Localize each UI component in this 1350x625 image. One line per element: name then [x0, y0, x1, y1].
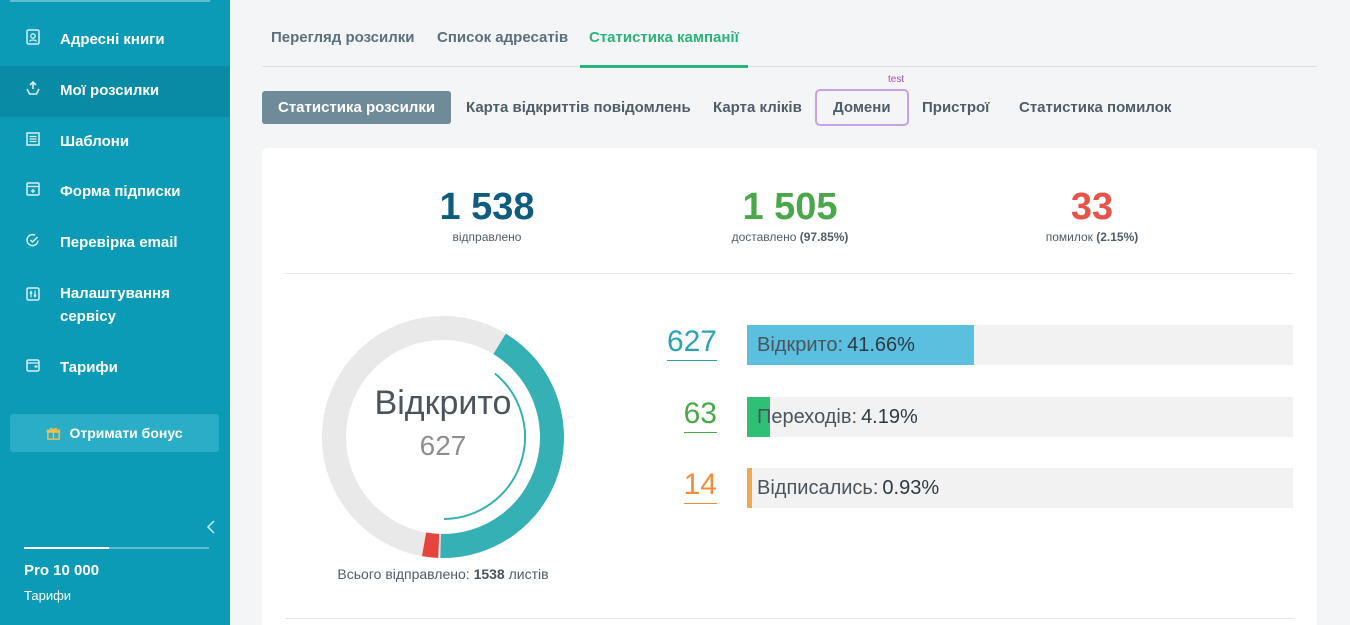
total-suffix: листів — [508, 566, 549, 582]
stat-delivered: 1 505 доставлено (97.85%) — [690, 186, 890, 244]
total-prefix: Всього відправлено: — [337, 566, 470, 582]
plan-usage-fill — [24, 547, 110, 549]
plan-tariffs-link[interactable]: Тарифи — [24, 588, 71, 603]
sidebar-item-label: Мої розсилки — [60, 82, 160, 99]
clicks-count-link[interactable]: 63 — [657, 397, 717, 433]
gift-icon — [46, 426, 61, 441]
subtab-open-map[interactable]: Карта відкриттів повідомлень — [466, 91, 691, 124]
donut-center-label: Відкрито — [374, 384, 512, 422]
stats-divider — [285, 273, 1293, 274]
sidebar-item-subscribe-form[interactable]: Форма підписки — [0, 180, 230, 204]
donut-center-value: 627 — [419, 430, 467, 461]
check-icon — [24, 231, 42, 249]
errors-caption: помилок (2.15%) — [992, 230, 1192, 244]
get-bonus-button[interactable]: Отримати бонус — [10, 414, 219, 452]
sent-count: 1 538 — [439, 186, 535, 228]
error-count: 33 — [1070, 186, 1114, 228]
tab-campaign-preview[interactable]: Перегляд розсилки — [262, 24, 424, 67]
bottom-divider — [285, 618, 1293, 619]
opened-count: 627 — [666, 325, 717, 361]
delivered-count: 1 505 — [742, 186, 838, 228]
errors-pct: (2.15%) — [1096, 230, 1139, 244]
donut-error-arc — [421, 532, 440, 558]
template-icon — [24, 130, 42, 148]
send-icon — [24, 79, 42, 97]
tab-campaign-stats[interactable]: Статистика кампанії — [580, 24, 748, 68]
stats-card: 1 538 відправлено 1 505 доставлено (97.8… — [262, 148, 1317, 625]
sidebar: Адресні книги Мої розсилки Шаблони Форма… — [0, 0, 230, 625]
clicks-bar-text: Переходів: 4.19% — [757, 397, 918, 437]
sidebar-item-my-campaigns[interactable]: Мої розсилки — [0, 66, 230, 117]
unsubscribed-bar: Відписались: 0.93% — [747, 468, 1293, 508]
address-book-icon — [24, 28, 42, 46]
stat-sent: 1 538 відправлено — [387, 186, 587, 244]
sidebar-item-address-books[interactable]: Адресні книги — [0, 28, 230, 52]
sidebar-top-divider — [10, 0, 210, 2]
chevron-left-icon[interactable] — [206, 519, 220, 537]
errors-label: помилок — [1045, 230, 1093, 244]
unsubscribed-bar-pct: 0.93% — [882, 477, 940, 499]
opened-bar-label: Відкрито: — [757, 334, 844, 356]
opened-bar-text: Відкрито: 41.66% — [757, 325, 915, 365]
clicks-bar-label: Переходів: — [757, 406, 858, 428]
sidebar-item-label: Налаштування сервісу — [60, 285, 170, 325]
unsubscribed-bar-fill — [747, 468, 753, 508]
sent-label: відправлено — [452, 230, 522, 244]
total-count: 1538 — [473, 566, 505, 582]
form-icon — [24, 180, 42, 198]
clicks-count: 63 — [683, 397, 717, 433]
total-sent-caption: Всього відправлено: 1538 листів — [262, 566, 624, 582]
delivered-pct: (97.85%) — [799, 230, 849, 244]
delivered-label: доставлено — [731, 230, 797, 244]
subtab-devices[interactable]: Пристрої — [922, 91, 989, 124]
unsubscribed-count-link[interactable]: 14 — [657, 468, 717, 504]
sidebar-item-label: Форма підписки — [60, 183, 181, 200]
subtab-click-map[interactable]: Карта кліків — [713, 91, 802, 124]
sidebar-item-label: Шаблони — [60, 133, 130, 150]
get-bonus-label: Отримати бонус — [69, 425, 183, 441]
sidebar-item-service-settings[interactable]: Налаштування сервісу — [0, 282, 230, 330]
sidebar-item-templates[interactable]: Шаблони — [0, 130, 230, 154]
subtab-send-stats[interactable]: Статистика розсилки — [262, 91, 452, 124]
clicks-bar: Переходів: 4.19% — [747, 397, 1293, 437]
subtab-error-stats[interactable]: Статистика помилок — [1019, 91, 1171, 124]
test-label: test — [888, 74, 905, 85]
sliders-icon — [24, 285, 42, 303]
sidebar-item-label: Перевірка email — [60, 234, 178, 251]
plan-usage-bar — [24, 547, 209, 549]
subtab-domains[interactable]: Домени — [815, 89, 909, 126]
opened-count-link[interactable]: 627 — [657, 325, 717, 361]
sidebar-item-tariffs[interactable]: Тарифи — [0, 356, 230, 380]
plan-name: Pro 10 000 — [24, 562, 100, 579]
delivered-caption: доставлено (97.85%) — [690, 230, 890, 244]
unsubscribed-count: 14 — [683, 468, 717, 504]
sidebar-item-label: Тарифи — [60, 359, 118, 376]
stat-errors: 33 помилок (2.15%) — [992, 186, 1192, 244]
unsubscribed-bar-text: Відписались: 0.93% — [757, 468, 939, 508]
sidebar-item-label: Адресні книги — [60, 31, 165, 48]
campaign-tabs: Перегляд розсилки Список адресатів Стати… — [262, 24, 1317, 68]
unsubscribed-bar-label: Відписались: — [757, 477, 879, 499]
opened-bar-pct: 41.66% — [847, 334, 915, 356]
wallet-icon — [24, 356, 42, 374]
tab-recipients-list[interactable]: Список адресатів — [428, 24, 577, 67]
opened-bar: Відкрито: 41.66% — [747, 325, 1293, 365]
sidebar-item-email-verify[interactable]: Перевірка email — [0, 231, 230, 255]
clicks-bar-pct: 4.19% — [861, 406, 918, 428]
